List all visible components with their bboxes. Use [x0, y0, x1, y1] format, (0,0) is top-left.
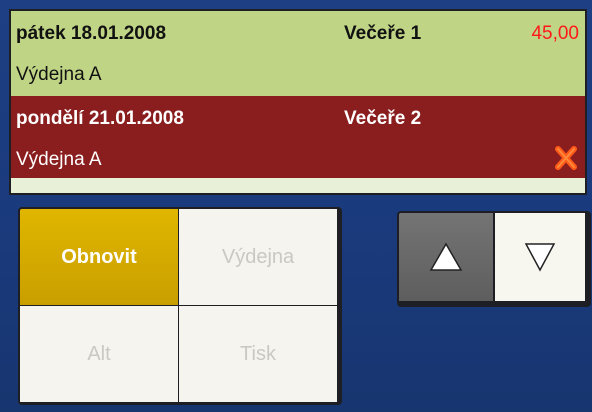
- refresh-button[interactable]: Obnovit: [20, 209, 178, 305]
- print-button[interactable]: Tisk: [179, 306, 337, 402]
- order-place: Výdejna A: [16, 64, 102, 85]
- cancel-x-icon[interactable]: [554, 145, 578, 171]
- triangle-up-icon: [429, 242, 463, 271]
- order-price: 45,00: [531, 23, 579, 44]
- action-button-grid: Obnovit Výdejna Alt Tisk: [18, 207, 342, 405]
- order-header: pondělí 21.01.2008 Večeře 2: [16, 108, 579, 130]
- order-list: pátek 18.01.2008 Večeře 1 45,00 Výdejna …: [9, 9, 587, 195]
- order-date: pondělí 21.01.2008: [16, 108, 184, 129]
- order-item[interactable]: pátek 18.01.2008 Večeře 1 45,00 Výdejna …: [11, 11, 585, 96]
- order-header: pátek 18.01.2008 Večeře 1 45,00: [16, 23, 579, 45]
- order-meal: Večeře 2: [344, 108, 422, 129]
- scroll-up-button[interactable]: [399, 213, 493, 301]
- dispensary-button[interactable]: Výdejna: [179, 209, 337, 305]
- order-date: pátek 18.01.2008: [16, 23, 167, 44]
- order-place: Výdejna A: [16, 149, 102, 170]
- alt-button[interactable]: Alt: [20, 306, 178, 402]
- scroll-controls: [397, 211, 591, 307]
- order-meal: Večeře 1: [344, 23, 422, 44]
- triangle-down-icon: [524, 243, 556, 272]
- scroll-down-button[interactable]: [495, 213, 585, 301]
- order-item-selected[interactable]: pondělí 21.01.2008 Večeře 2 Výdejna A: [11, 96, 585, 178]
